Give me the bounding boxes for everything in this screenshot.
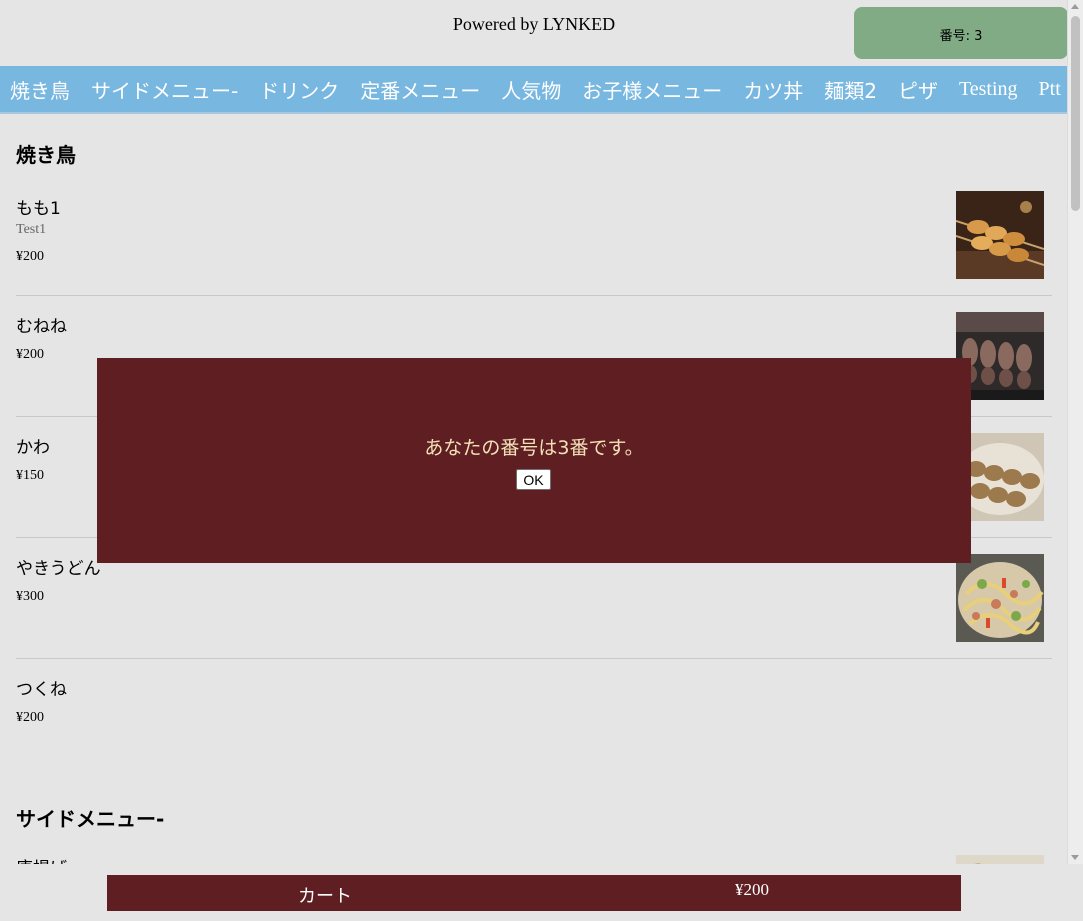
tab-kids-menu[interactable]: お子様メニュー (582, 75, 722, 104)
menu-item-name: 唐揚げ (16, 854, 67, 864)
cart-label[interactable]: カート (107, 882, 543, 908)
tab-ptt[interactable]: Ptt (1039, 78, 1061, 101)
menu-item-price: ¥150 (16, 468, 44, 483)
tab-yakitori[interactable]: 焼き鳥 (10, 75, 70, 104)
menu-item[interactable]: 唐揚げ (16, 851, 1052, 864)
ticket-number-dialog: あなたの番号は3番です。 OK (97, 358, 971, 563)
ok-button[interactable]: OK (516, 469, 551, 490)
tab-pizza[interactable]: ピザ (898, 75, 938, 104)
section-title-yakitori: 焼き鳥 (16, 143, 76, 167)
menu-item-name: つくね (16, 680, 67, 700)
yaki-udon-image (956, 554, 1044, 642)
menu-item-description: Test1 (16, 222, 47, 237)
menu-item-price: ¥300 (16, 589, 44, 604)
menu-item-name: やきうどん (16, 559, 101, 579)
section-title-side-menu: サイドメニュー- (16, 807, 165, 831)
tab-popular[interactable]: 人気物 (501, 75, 561, 104)
scroll-down-arrow-icon[interactable] (1071, 855, 1079, 860)
menu-item-name: むねね (16, 317, 67, 337)
tab-katsudon[interactable]: カツ丼 (743, 75, 803, 104)
scroll-up-arrow-icon[interactable] (1071, 4, 1079, 9)
menu-item-price: ¥200 (16, 249, 44, 264)
menu-item[interactable]: もも1 Test1 ¥200 (16, 191, 1052, 296)
tab-standard-menu[interactable]: 定番メニュー (360, 75, 480, 104)
tab-noodles-2[interactable]: 麺類2 (824, 75, 877, 104)
menu-item-name: かわ (16, 438, 50, 458)
menu-item[interactable]: つくね ¥200 (16, 659, 1052, 780)
menu-item-price: ¥200 (16, 347, 44, 362)
menu-item-price: ¥200 (16, 710, 44, 725)
ticket-number-badge: 番号: 3 (854, 7, 1068, 59)
cart-bar[interactable]: カート ¥200 (107, 875, 961, 911)
dialog-message: あなたの番号は3番です。 (424, 437, 644, 459)
tab-testing[interactable]: Testing (959, 78, 1018, 101)
scrollbar-thumb[interactable] (1071, 16, 1080, 211)
category-nav: 焼き鳥 サイドメニュー- ドリンク 定番メニュー 人気物 お子様メニュー カツ丼… (0, 66, 1068, 114)
cart-total: ¥200 (735, 880, 769, 899)
skewers-image (956, 191, 1044, 279)
page-scrollbar[interactable] (1067, 0, 1083, 864)
ticket-number-label: 番号: 3 (939, 28, 983, 44)
tab-drink[interactable]: ドリンク (259, 75, 339, 104)
menu-item-name: もも1 (16, 199, 61, 219)
karaage-image (956, 855, 1044, 864)
tab-side-menu[interactable]: サイドメニュー- (91, 75, 238, 104)
